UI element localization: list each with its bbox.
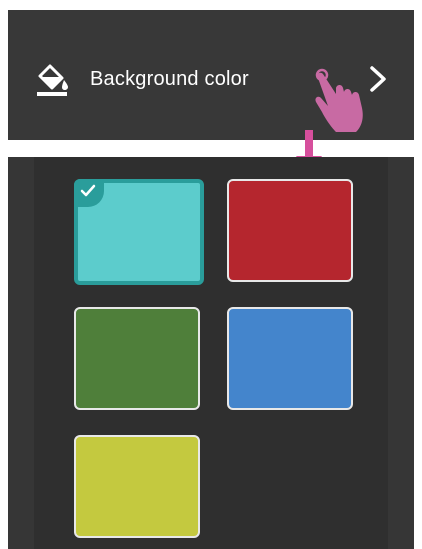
color-swatch-yellow[interactable] [74,435,200,538]
selected-badge [74,179,104,207]
color-swatch-teal[interactable] [74,179,204,285]
setting-label: Background color [90,68,249,90]
checkmark-icon [80,184,96,197]
color-grid [34,157,388,549]
color-swatch-blue[interactable] [227,307,353,410]
paint-bucket-icon [37,64,68,96]
touch-hand-icon [315,68,363,132]
color-palette-panel [8,157,414,549]
color-swatch-red[interactable] [227,179,353,282]
color-swatch-green[interactable] [74,307,200,410]
